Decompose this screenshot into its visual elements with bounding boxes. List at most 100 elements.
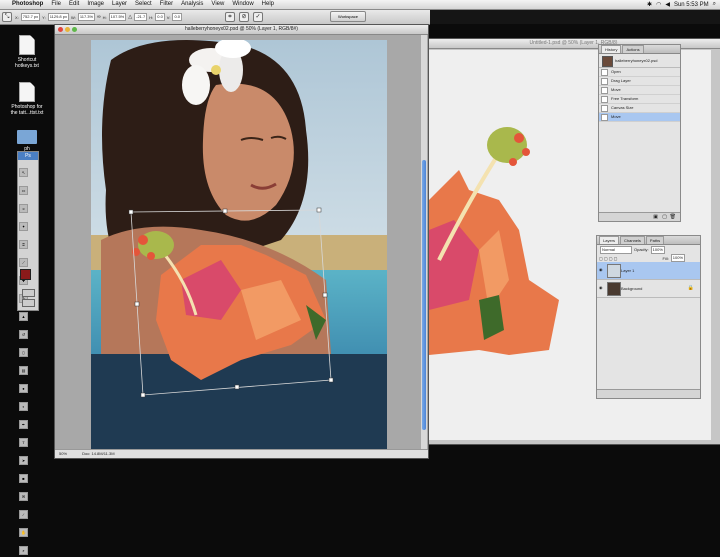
menu-analysis[interactable]: Analysis bbox=[177, 0, 207, 9]
bluetooth-icon[interactable]: ✱ bbox=[647, 1, 652, 8]
commit-transform-icon[interactable]: ✓ bbox=[253, 12, 263, 22]
document-info[interactable]: Doc: 14.8M/11.3M bbox=[82, 451, 114, 456]
zoom-tool-icon[interactable]: ⌕ bbox=[19, 546, 28, 555]
menu-image[interactable]: Image bbox=[83, 0, 108, 9]
trash-icon[interactable]: 🗑 bbox=[670, 214, 676, 220]
menu-filter[interactable]: Filter bbox=[156, 0, 177, 9]
skew-v-field[interactable]: 0.0 bbox=[172, 13, 182, 21]
history-item[interactable]: Drag Layer bbox=[599, 77, 680, 86]
history-item-label: Drag Layer bbox=[611, 78, 631, 83]
stamp-tool-icon[interactable]: ▲ bbox=[19, 312, 28, 321]
magic-wand-tool-icon[interactable]: ✦ bbox=[19, 222, 28, 231]
tab-channels[interactable]: Channels bbox=[620, 236, 645, 244]
wifi-icon[interactable]: ◠ bbox=[656, 1, 661, 8]
tab-history[interactable]: History bbox=[601, 45, 622, 53]
window-title-bar[interactable]: halleberryhoneyx02.psd @ 50% (Layer 1, R… bbox=[55, 25, 428, 35]
history-snapshot[interactable]: halleberryhoneyx02.psd bbox=[599, 54, 680, 68]
x-field[interactable]: 752.7 px bbox=[20, 13, 41, 21]
dodge-tool-icon[interactable]: ◐ bbox=[19, 402, 28, 411]
snapshot-thumbnail bbox=[602, 56, 613, 67]
menu-help[interactable]: Help bbox=[258, 0, 278, 9]
slice-tool-icon[interactable]: ⟋ bbox=[19, 258, 28, 267]
menu-select[interactable]: Select bbox=[131, 0, 156, 9]
opacity-field[interactable]: 100% bbox=[650, 245, 665, 254]
tab-layers[interactable]: Layers bbox=[599, 236, 620, 244]
y-field[interactable]: 1129.8 px bbox=[47, 13, 69, 21]
tab-actions[interactable]: Actions bbox=[622, 45, 644, 53]
clock[interactable]: Sun 5:53 PM bbox=[674, 2, 709, 8]
volume-icon[interactable]: ◀ bbox=[665, 1, 670, 8]
history-item[interactable]: Move bbox=[599, 86, 680, 95]
scrollbar-thumb[interactable] bbox=[422, 160, 426, 430]
history-item-label: Move bbox=[611, 114, 621, 119]
minimize-icon[interactable] bbox=[65, 27, 70, 32]
history-item[interactable]: Canvas Size bbox=[599, 104, 680, 113]
move-tool-icon[interactable]: ↖ bbox=[19, 168, 28, 177]
shape-tool-icon[interactable]: ■ bbox=[19, 474, 28, 483]
menu-layer[interactable]: Layer bbox=[108, 0, 131, 9]
history-item-selected[interactable]: Move bbox=[599, 113, 680, 122]
fill-field[interactable]: 100% bbox=[670, 254, 685, 262]
eraser-tool-icon[interactable]: ▯ bbox=[19, 348, 28, 357]
link-icon[interactable]: ∞ bbox=[97, 14, 101, 20]
workspace-button[interactable]: Workspace bbox=[330, 11, 366, 22]
vertical-scrollbar[interactable] bbox=[421, 35, 427, 449]
history-item[interactable]: Open bbox=[599, 68, 680, 77]
history-item[interactable]: Free Transform bbox=[599, 95, 680, 104]
blend-mode-select[interactable]: Normal bbox=[600, 245, 632, 254]
rotation-field[interactable]: -21.7 bbox=[134, 13, 148, 21]
transform-handle[interactable] bbox=[234, 384, 240, 390]
spotlight-icon[interactable]: ⌕ bbox=[713, 1, 716, 8]
desktop-file-photoshop-tattoo[interactable]: Photoshop for the tatt...ttst.txt bbox=[2, 82, 52, 116]
skew-h-field[interactable]: 0.0 bbox=[155, 13, 165, 21]
eyedropper-tool-icon[interactable]: ⁄ bbox=[19, 510, 28, 519]
path-select-tool-icon[interactable]: ➤ bbox=[19, 456, 28, 465]
new-snapshot-icon[interactable]: ▢ bbox=[662, 214, 667, 220]
crop-tool-icon[interactable]: ⌗ bbox=[19, 240, 28, 249]
marquee-tool-icon[interactable]: ▭ bbox=[19, 186, 28, 195]
document-window-active[interactable]: halleberryhoneyx02.psd @ 50% (Layer 1, R… bbox=[54, 24, 429, 459]
zoom-icon[interactable] bbox=[72, 27, 77, 32]
transform-handle[interactable] bbox=[140, 392, 146, 398]
eye-icon[interactable]: ◉ bbox=[599, 286, 604, 290]
document-canvas[interactable] bbox=[91, 40, 387, 449]
lock-icon[interactable]: ▢ ▢ ▢ ▢ bbox=[599, 256, 617, 261]
width-field[interactable]: 117.3% bbox=[77, 13, 96, 21]
menu-view[interactable]: View bbox=[207, 0, 228, 9]
transform-handle[interactable] bbox=[134, 301, 140, 307]
pen-tool-icon[interactable]: ✒ bbox=[19, 420, 28, 429]
close-icon[interactable] bbox=[58, 27, 63, 32]
cancel-transform-icon[interactable]: ⊘ bbox=[239, 12, 249, 22]
menu-edit[interactable]: Edit bbox=[65, 0, 83, 9]
new-document-icon[interactable]: ▣ bbox=[653, 214, 658, 220]
quick-mask-icon[interactable] bbox=[22, 289, 35, 297]
lasso-tool-icon[interactable]: ↄ bbox=[19, 204, 28, 213]
menu-file[interactable]: File bbox=[47, 0, 65, 9]
transform-handle[interactable] bbox=[222, 208, 228, 214]
blur-tool-icon[interactable]: ● bbox=[19, 384, 28, 393]
notes-tool-icon[interactable]: ✉ bbox=[19, 492, 28, 501]
screen-mode-icon[interactable] bbox=[22, 299, 35, 307]
layer-row-layer1[interactable]: ◉ Layer 1 bbox=[597, 262, 700, 280]
transform-tool-icon[interactable]: ⤡ bbox=[2, 12, 12, 22]
type-tool-icon[interactable]: T bbox=[19, 438, 28, 447]
app-menu[interactable]: Photoshop bbox=[8, 0, 47, 9]
layer-row-background[interactable]: ◉ Background 🔒 bbox=[597, 280, 700, 298]
transform-handle[interactable] bbox=[322, 292, 328, 298]
eye-icon[interactable]: ◉ bbox=[599, 268, 604, 272]
height-field[interactable]: 107.5% bbox=[108, 13, 127, 21]
desktop-file-shortcut-hotkeys[interactable]: Shortcut hotkeys.txt bbox=[2, 35, 52, 69]
zoom-level[interactable]: 50% bbox=[59, 451, 67, 456]
layer-thumbnail bbox=[607, 264, 621, 278]
transform-handle[interactable] bbox=[316, 207, 322, 213]
tab-paths[interactable]: Paths bbox=[645, 236, 665, 244]
transform-handle[interactable] bbox=[328, 377, 334, 383]
transform-handle[interactable] bbox=[128, 209, 134, 215]
history-brush-tool-icon[interactable]: ↺ bbox=[19, 330, 28, 339]
warp-icon[interactable]: ⌗ bbox=[225, 12, 235, 22]
hand-tool-icon[interactable]: ✋ bbox=[19, 528, 28, 537]
desktop-folder[interactable]: ph bbox=[2, 130, 52, 152]
gradient-tool-icon[interactable]: ▤ bbox=[19, 366, 28, 375]
foreground-color-swatch[interactable] bbox=[20, 269, 31, 280]
menu-window[interactable]: Window bbox=[228, 0, 257, 9]
